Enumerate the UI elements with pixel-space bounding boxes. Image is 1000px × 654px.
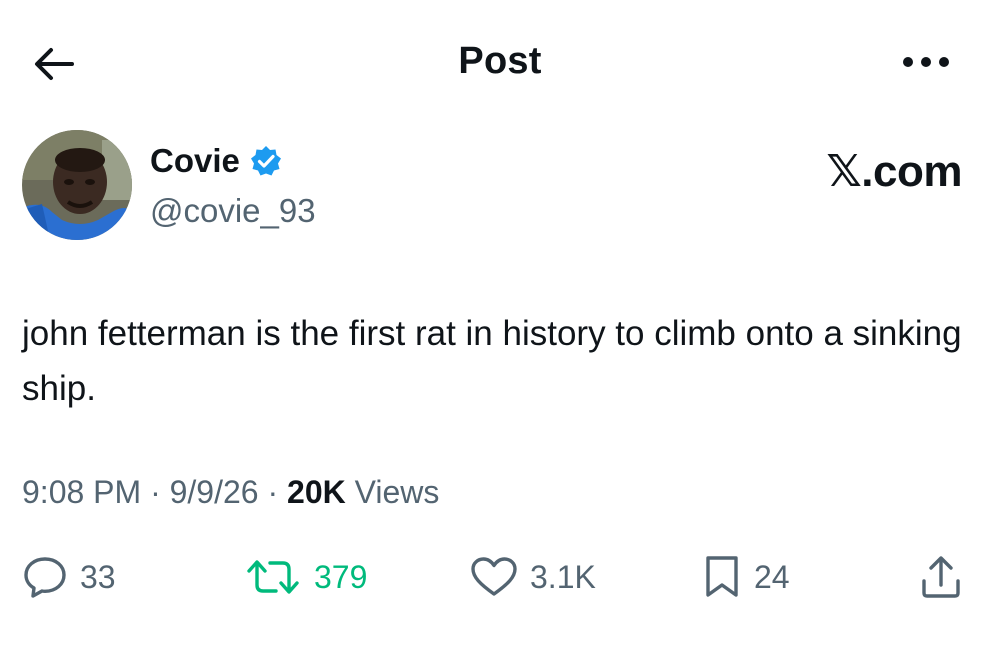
more-options-button[interactable] bbox=[896, 50, 956, 74]
page-title: Post bbox=[458, 40, 542, 82]
x-watermark: 𝕏.com bbox=[826, 147, 962, 196]
repost-button[interactable]: 379 bbox=[244, 550, 367, 604]
user-handle[interactable]: @covie_93 bbox=[150, 192, 316, 230]
repost-count: 379 bbox=[314, 558, 368, 595]
reply-count: 33 bbox=[80, 558, 116, 595]
bookmark-button[interactable]: 24 bbox=[702, 550, 790, 604]
display-name-row: Covie bbox=[150, 142, 282, 180]
like-count: 3.1K bbox=[530, 558, 596, 595]
post-date[interactable]: 9/9/26 bbox=[170, 474, 259, 510]
tweet-meta: 9:08 PM · 9/9/26 · 20K Views bbox=[22, 474, 439, 511]
action-bar: 33 379 3.1K 24 bbox=[0, 550, 1000, 604]
reply-button[interactable]: 33 bbox=[22, 550, 116, 604]
meta-separator: · bbox=[141, 474, 170, 510]
verified-badge-icon bbox=[250, 145, 282, 177]
meta-separator: · bbox=[258, 474, 288, 510]
reply-bubble-icon bbox=[22, 555, 68, 599]
bookmark-icon bbox=[702, 555, 742, 599]
avatar[interactable] bbox=[22, 130, 132, 240]
tweet-text: john fetterman is the first rat in histo… bbox=[22, 314, 962, 408]
heart-icon bbox=[470, 556, 518, 598]
views-label: Views bbox=[345, 474, 440, 510]
like-button[interactable]: 3.1K bbox=[470, 550, 596, 604]
post-time[interactable]: 9:08 PM bbox=[22, 474, 141, 510]
views-count[interactable]: 20K bbox=[287, 474, 346, 510]
repost-icon bbox=[244, 557, 302, 597]
share-button[interactable] bbox=[920, 550, 962, 604]
display-name[interactable]: Covie bbox=[150, 142, 240, 180]
top-bar: Post bbox=[0, 0, 1000, 120]
more-dots-icon bbox=[902, 56, 950, 68]
bookmark-count: 24 bbox=[754, 558, 790, 595]
share-icon bbox=[920, 555, 962, 599]
